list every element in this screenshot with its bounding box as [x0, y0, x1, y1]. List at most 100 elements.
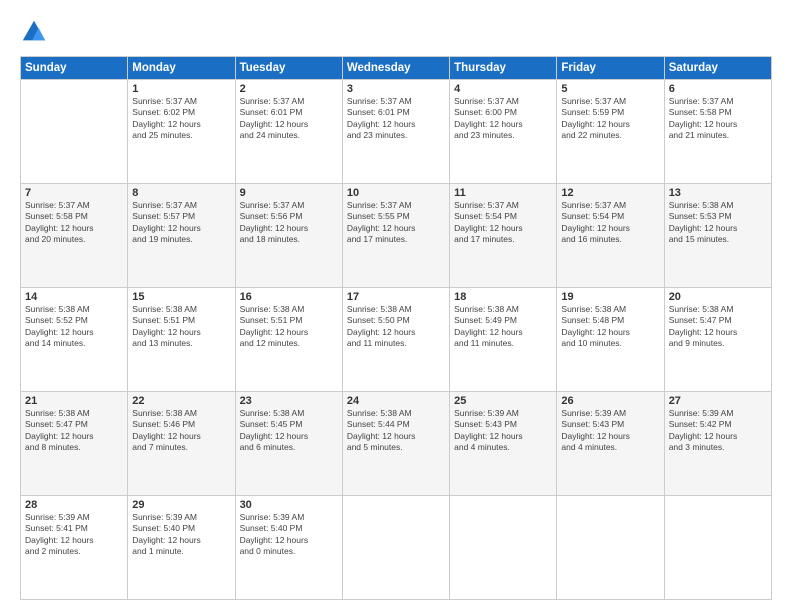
day-info: Sunrise: 5:38 AM Sunset: 5:49 PM Dayligh… [454, 304, 552, 350]
calendar-cell: 3Sunrise: 5:37 AM Sunset: 6:01 PM Daylig… [342, 80, 449, 184]
day-number: 10 [347, 187, 445, 199]
weekday-header-thursday: Thursday [450, 57, 557, 80]
day-info: Sunrise: 5:37 AM Sunset: 5:56 PM Dayligh… [240, 200, 338, 246]
calendar-cell: 1Sunrise: 5:37 AM Sunset: 6:02 PM Daylig… [128, 80, 235, 184]
day-info: Sunrise: 5:38 AM Sunset: 5:52 PM Dayligh… [25, 304, 123, 350]
day-info: Sunrise: 5:38 AM Sunset: 5:53 PM Dayligh… [669, 200, 767, 246]
day-info: Sunrise: 5:37 AM Sunset: 5:57 PM Dayligh… [132, 200, 230, 246]
page: SundayMondayTuesdayWednesdayThursdayFrid… [0, 0, 792, 612]
day-number: 19 [561, 291, 659, 303]
day-number: 6 [669, 83, 767, 95]
day-number: 15 [132, 291, 230, 303]
calendar-week-4: 21Sunrise: 5:38 AM Sunset: 5:47 PM Dayli… [21, 392, 772, 496]
calendar-cell: 24Sunrise: 5:38 AM Sunset: 5:44 PM Dayli… [342, 392, 449, 496]
calendar-cell: 2Sunrise: 5:37 AM Sunset: 6:01 PM Daylig… [235, 80, 342, 184]
calendar-cell: 26Sunrise: 5:39 AM Sunset: 5:43 PM Dayli… [557, 392, 664, 496]
calendar-cell: 27Sunrise: 5:39 AM Sunset: 5:42 PM Dayli… [664, 392, 771, 496]
header [20, 18, 772, 46]
calendar-cell: 22Sunrise: 5:38 AM Sunset: 5:46 PM Dayli… [128, 392, 235, 496]
calendar-cell: 4Sunrise: 5:37 AM Sunset: 6:00 PM Daylig… [450, 80, 557, 184]
calendar-cell [450, 496, 557, 600]
calendar-cell: 17Sunrise: 5:38 AM Sunset: 5:50 PM Dayli… [342, 288, 449, 392]
day-number: 4 [454, 83, 552, 95]
calendar-cell: 14Sunrise: 5:38 AM Sunset: 5:52 PM Dayli… [21, 288, 128, 392]
day-info: Sunrise: 5:37 AM Sunset: 5:58 PM Dayligh… [669, 96, 767, 142]
weekday-header-friday: Friday [557, 57, 664, 80]
day-info: Sunrise: 5:37 AM Sunset: 6:01 PM Dayligh… [240, 96, 338, 142]
day-info: Sunrise: 5:37 AM Sunset: 5:58 PM Dayligh… [25, 200, 123, 246]
calendar-week-2: 7Sunrise: 5:37 AM Sunset: 5:58 PM Daylig… [21, 184, 772, 288]
day-number: 26 [561, 395, 659, 407]
day-info: Sunrise: 5:37 AM Sunset: 5:55 PM Dayligh… [347, 200, 445, 246]
day-info: Sunrise: 5:37 AM Sunset: 6:02 PM Dayligh… [132, 96, 230, 142]
day-info: Sunrise: 5:39 AM Sunset: 5:42 PM Dayligh… [669, 408, 767, 454]
day-number: 20 [669, 291, 767, 303]
day-info: Sunrise: 5:38 AM Sunset: 5:47 PM Dayligh… [669, 304, 767, 350]
calendar-cell: 15Sunrise: 5:38 AM Sunset: 5:51 PM Dayli… [128, 288, 235, 392]
day-number: 12 [561, 187, 659, 199]
calendar-week-3: 14Sunrise: 5:38 AM Sunset: 5:52 PM Dayli… [21, 288, 772, 392]
day-number: 27 [669, 395, 767, 407]
weekday-header-row: SundayMondayTuesdayWednesdayThursdayFrid… [21, 57, 772, 80]
day-number: 13 [669, 187, 767, 199]
calendar-cell [21, 80, 128, 184]
day-info: Sunrise: 5:39 AM Sunset: 5:43 PM Dayligh… [454, 408, 552, 454]
day-number: 25 [454, 395, 552, 407]
day-info: Sunrise: 5:37 AM Sunset: 5:54 PM Dayligh… [454, 200, 552, 246]
weekday-header-tuesday: Tuesday [235, 57, 342, 80]
calendar-cell: 12Sunrise: 5:37 AM Sunset: 5:54 PM Dayli… [557, 184, 664, 288]
day-number: 29 [132, 499, 230, 511]
day-number: 28 [25, 499, 123, 511]
day-info: Sunrise: 5:37 AM Sunset: 6:01 PM Dayligh… [347, 96, 445, 142]
day-info: Sunrise: 5:37 AM Sunset: 5:54 PM Dayligh… [561, 200, 659, 246]
calendar-cell: 8Sunrise: 5:37 AM Sunset: 5:57 PM Daylig… [128, 184, 235, 288]
weekday-header-saturday: Saturday [664, 57, 771, 80]
day-info: Sunrise: 5:38 AM Sunset: 5:47 PM Dayligh… [25, 408, 123, 454]
day-number: 23 [240, 395, 338, 407]
calendar-cell: 9Sunrise: 5:37 AM Sunset: 5:56 PM Daylig… [235, 184, 342, 288]
calendar-cell [664, 496, 771, 600]
day-info: Sunrise: 5:39 AM Sunset: 5:40 PM Dayligh… [240, 512, 338, 558]
day-number: 16 [240, 291, 338, 303]
calendar-cell: 13Sunrise: 5:38 AM Sunset: 5:53 PM Dayli… [664, 184, 771, 288]
day-info: Sunrise: 5:37 AM Sunset: 5:59 PM Dayligh… [561, 96, 659, 142]
day-number: 18 [454, 291, 552, 303]
day-number: 14 [25, 291, 123, 303]
day-info: Sunrise: 5:38 AM Sunset: 5:51 PM Dayligh… [132, 304, 230, 350]
calendar-cell: 21Sunrise: 5:38 AM Sunset: 5:47 PM Dayli… [21, 392, 128, 496]
day-number: 2 [240, 83, 338, 95]
day-number: 1 [132, 83, 230, 95]
day-number: 8 [132, 187, 230, 199]
day-number: 9 [240, 187, 338, 199]
calendar-cell: 30Sunrise: 5:39 AM Sunset: 5:40 PM Dayli… [235, 496, 342, 600]
calendar-cell: 7Sunrise: 5:37 AM Sunset: 5:58 PM Daylig… [21, 184, 128, 288]
calendar-cell: 23Sunrise: 5:38 AM Sunset: 5:45 PM Dayli… [235, 392, 342, 496]
day-info: Sunrise: 5:38 AM Sunset: 5:50 PM Dayligh… [347, 304, 445, 350]
weekday-header-sunday: Sunday [21, 57, 128, 80]
day-info: Sunrise: 5:38 AM Sunset: 5:51 PM Dayligh… [240, 304, 338, 350]
day-number: 7 [25, 187, 123, 199]
calendar-cell: 29Sunrise: 5:39 AM Sunset: 5:40 PM Dayli… [128, 496, 235, 600]
day-number: 24 [347, 395, 445, 407]
day-number: 11 [454, 187, 552, 199]
day-info: Sunrise: 5:39 AM Sunset: 5:41 PM Dayligh… [25, 512, 123, 558]
weekday-header-wednesday: Wednesday [342, 57, 449, 80]
calendar-week-5: 28Sunrise: 5:39 AM Sunset: 5:41 PM Dayli… [21, 496, 772, 600]
calendar-cell: 5Sunrise: 5:37 AM Sunset: 5:59 PM Daylig… [557, 80, 664, 184]
day-number: 21 [25, 395, 123, 407]
day-info: Sunrise: 5:39 AM Sunset: 5:40 PM Dayligh… [132, 512, 230, 558]
day-info: Sunrise: 5:38 AM Sunset: 5:44 PM Dayligh… [347, 408, 445, 454]
calendar-cell: 11Sunrise: 5:37 AM Sunset: 5:54 PM Dayli… [450, 184, 557, 288]
day-info: Sunrise: 5:39 AM Sunset: 5:43 PM Dayligh… [561, 408, 659, 454]
calendar-cell: 20Sunrise: 5:38 AM Sunset: 5:47 PM Dayli… [664, 288, 771, 392]
day-info: Sunrise: 5:38 AM Sunset: 5:46 PM Dayligh… [132, 408, 230, 454]
calendar-cell: 28Sunrise: 5:39 AM Sunset: 5:41 PM Dayli… [21, 496, 128, 600]
weekday-header-monday: Monday [128, 57, 235, 80]
day-info: Sunrise: 5:38 AM Sunset: 5:48 PM Dayligh… [561, 304, 659, 350]
calendar-week-1: 1Sunrise: 5:37 AM Sunset: 6:02 PM Daylig… [21, 80, 772, 184]
calendar-cell: 18Sunrise: 5:38 AM Sunset: 5:49 PM Dayli… [450, 288, 557, 392]
calendar-cell [557, 496, 664, 600]
day-info: Sunrise: 5:38 AM Sunset: 5:45 PM Dayligh… [240, 408, 338, 454]
day-number: 30 [240, 499, 338, 511]
day-number: 3 [347, 83, 445, 95]
